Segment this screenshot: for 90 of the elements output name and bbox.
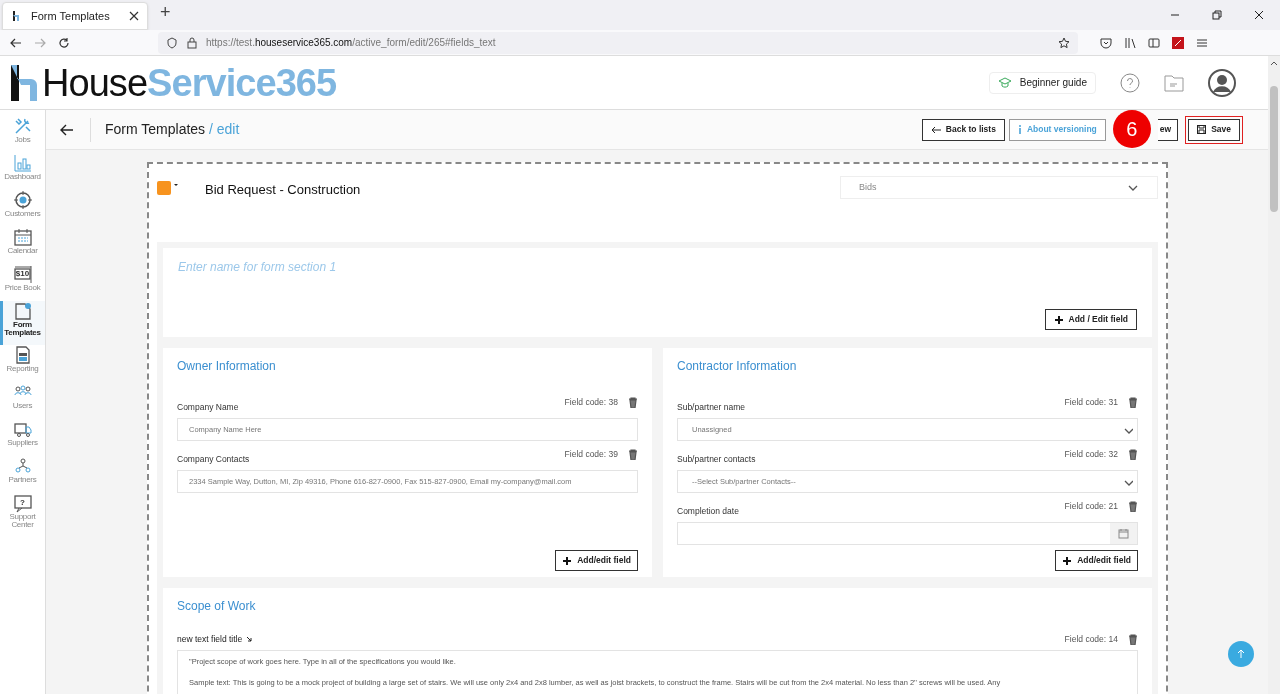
trash-icon[interactable] (626, 448, 638, 461)
plus-icon (562, 555, 573, 566)
close-icon[interactable] (1254, 10, 1264, 20)
back-arrow-icon[interactable] (60, 123, 74, 136)
scroll-up-icon (1270, 60, 1278, 66)
trash-icon[interactable] (1126, 500, 1138, 513)
plus-icon (1062, 555, 1073, 566)
preview-button[interactable]: ew (1157, 118, 1179, 141)
field-code: Field code: 38 (564, 396, 618, 409)
field-code: Field code: 31 (1064, 396, 1118, 409)
section-name-field[interactable]: Enter name for form section 1 (178, 258, 1137, 276)
field-label: Company Name (177, 401, 239, 414)
add-edit-field-button[interactable]: Add/edit field (555, 550, 638, 571)
target-icon (12, 190, 33, 210)
arrow-left-icon (930, 125, 941, 134)
star-icon[interactable] (1058, 36, 1070, 49)
sidebar-item[interactable]: ? Support Center (0, 493, 45, 537)
save-button[interactable]: Save (1188, 118, 1240, 141)
document-icon (12, 301, 33, 321)
sidebar-item[interactable]: Calendar (0, 227, 45, 264)
graduation-cap-icon (997, 76, 1012, 89)
trash-icon[interactable] (1126, 396, 1138, 409)
trash-icon[interactable] (626, 396, 638, 409)
user-avatar-icon[interactable] (1208, 68, 1236, 97)
tools-icon (12, 116, 33, 136)
form-title: Bid Request - Construction (205, 181, 361, 199)
sidebar-item[interactable]: Dashboard (0, 153, 45, 190)
date-field[interactable] (677, 522, 1138, 545)
url-text: https://test.houseservice365.com/active_form/edit/265#fields_text (206, 36, 497, 50)
support-icon (12, 493, 33, 513)
trash-icon[interactable] (1126, 633, 1138, 646)
resize-arrow-icon (246, 636, 253, 643)
help-icon[interactable] (1120, 72, 1140, 93)
sidebar-icon[interactable] (1148, 36, 1160, 49)
field-code: Field code: 21 (1064, 500, 1118, 513)
bar-chart-icon (12, 153, 33, 173)
sidebar-item[interactable]: Partners (0, 456, 45, 493)
close-icon[interactable] (129, 11, 139, 21)
field-label: Sub/partner name (677, 401, 746, 414)
reload-icon[interactable] (58, 36, 70, 49)
shield-icon (166, 36, 178, 49)
network-icon (12, 456, 33, 476)
lock-icon (186, 36, 198, 49)
category-select[interactable]: Bids (840, 176, 1158, 199)
trash-icon[interactable] (1126, 448, 1138, 461)
sidebar-item[interactable]: Suppliers (0, 419, 45, 456)
price-sign-icon (12, 264, 33, 284)
sidebar-item[interactable]: Users (0, 382, 45, 419)
arrow-up-icon (1237, 649, 1245, 659)
new-tab-button[interactable]: + (160, 0, 171, 26)
address-bar[interactable]: https://test.houseservice365.com/active_form/edit/265#fields_text (158, 31, 1078, 54)
scrollbar[interactable] (1268, 56, 1280, 694)
calendar-icon (12, 227, 33, 247)
library-icon[interactable] (1124, 36, 1136, 49)
field-code: Field code: 32 (1064, 448, 1118, 461)
calendar-icon (1118, 528, 1129, 539)
tab-title: Form Templates (31, 8, 111, 24)
back-icon[interactable] (10, 36, 22, 49)
menu-icon[interactable] (1196, 36, 1208, 49)
field-label: Company Contacts (177, 453, 250, 466)
plus-icon (1053, 314, 1064, 325)
step-badge: 6 (1112, 110, 1151, 148)
color-picker[interactable] (157, 181, 179, 195)
extension-icon[interactable] (1172, 36, 1184, 49)
field-code: Field code: 39 (564, 448, 618, 461)
app-logo-text: HouseService365 (42, 63, 337, 102)
add-edit-field-button[interactable]: Add / Edit field (1044, 309, 1137, 330)
beginner-guide-button[interactable]: Beginner guide (988, 71, 1096, 94)
page-title: Form Templates / edit (105, 120, 240, 139)
back-to-lists-button[interactable]: Back to lists (921, 118, 1005, 141)
scroll-thumb[interactable] (1270, 86, 1278, 212)
add-edit-field-button[interactable]: Add/edit field (1055, 550, 1138, 571)
sidebar-item[interactable]: Jobs (0, 116, 45, 153)
browser-tab[interactable]: Form Templates (2, 2, 148, 30)
restore-icon[interactable] (1212, 10, 1222, 20)
sidebar-item[interactable]: Form Templates (0, 301, 45, 345)
sidebar-item[interactable]: Reporting (0, 345, 45, 382)
section-title: Contractor Information (677, 358, 797, 375)
field-label: Completion date (677, 505, 739, 518)
field-label: Sub/partner contacts (677, 453, 756, 466)
floppy-disk-icon (1197, 125, 1207, 134)
field-label: new text field title (177, 633, 243, 646)
field-code: Field code: 14 (1064, 633, 1118, 646)
sidebar-item[interactable]: Customers (0, 190, 45, 227)
house-logo-icon (8, 62, 40, 103)
caret-icon (173, 183, 179, 187)
info-icon (1017, 125, 1022, 134)
sidebar-item[interactable]: $10 Price Book (0, 264, 45, 301)
section-title: Scope of Work (177, 598, 257, 615)
section-title: Owner Information (177, 358, 276, 375)
